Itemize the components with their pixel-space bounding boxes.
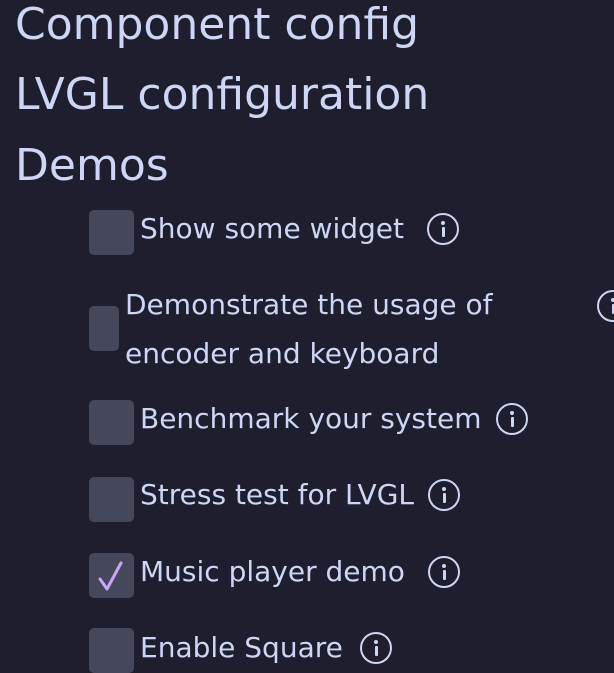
keypad-encoder-label-line1: Demonstrate the usage of [125, 288, 493, 321]
heading-lvgl-configuration: LVGL configuration [15, 69, 430, 120]
info-dot [510, 411, 514, 415]
info-bar [442, 570, 446, 580]
info-icon[interactable] [427, 213, 459, 245]
info-bar [374, 646, 378, 656]
info-bar [442, 493, 446, 503]
info-dot [442, 564, 446, 568]
info-dot [374, 640, 378, 644]
info-dot [441, 221, 445, 225]
square-checkbox[interactable] [89, 628, 134, 673]
music-label: Music player demo [140, 555, 405, 588]
stress-checkbox[interactable] [89, 477, 134, 522]
info-icon-clipped-container [597, 290, 614, 324]
heading-demos: Demos [15, 140, 169, 191]
info-icon[interactable] [428, 479, 460, 511]
music-checkbox[interactable] [89, 553, 134, 598]
show-widget-checkbox[interactable] [89, 210, 134, 255]
info-icon[interactable] [428, 556, 460, 588]
benchmark-checkbox[interactable] [89, 400, 134, 445]
heading-component-config: Component config [15, 0, 420, 50]
show-widget-label: Show some widget [140, 212, 405, 245]
benchmark-label: Benchmark your system [140, 402, 482, 435]
keypad-encoder-label-line2: encoder and keyboard [125, 337, 440, 370]
info-bar [441, 227, 445, 237]
checkmark-icon [98, 561, 123, 591]
info-icon[interactable] [597, 290, 614, 322]
square-label: Enable Square [140, 631, 343, 664]
info-dot [442, 487, 446, 491]
stress-label: Stress test for LVGL [140, 478, 414, 511]
keypad-encoder-checkbox[interactable] [89, 306, 119, 351]
info-icon[interactable] [496, 403, 528, 435]
info-bar [510, 417, 514, 427]
info-icon[interactable] [360, 632, 392, 664]
